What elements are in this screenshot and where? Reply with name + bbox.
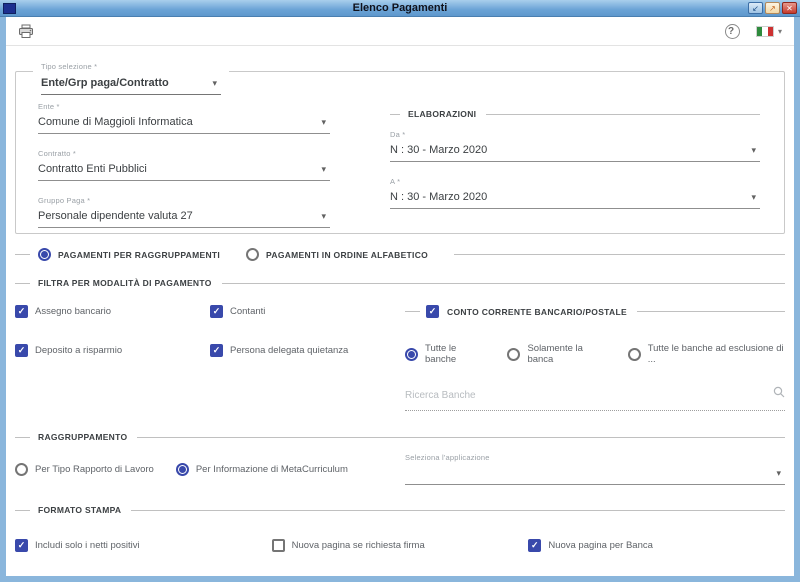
radio-icon <box>507 347 521 361</box>
chevron-down-icon: ▾ <box>751 192 756 202</box>
italian-flag-icon <box>755 25 774 37</box>
tipo-selezione-label: Tipo selezione * <box>41 62 98 71</box>
form-area: Tipo selezione * Ente/Grp paga/Contratto… <box>6 46 794 576</box>
ente-label: Ente * <box>38 102 60 111</box>
checkbox-contanti[interactable]: ✓ Contanti <box>210 305 405 318</box>
seleziona-applicazione-select[interactable]: ▾ <box>405 465 785 485</box>
chevron-down-icon: ▾ <box>776 468 781 478</box>
seleziona-applicazione-label: Seleziona l'applicazione <box>405 453 490 462</box>
chevron-down-icon: ▾ <box>751 145 756 155</box>
checkbox-icon: ✓ <box>271 539 285 552</box>
chevron-down-icon: ▾ <box>321 164 326 174</box>
checkbox-includi-netti-positivi[interactable]: ✓ Includi solo i netti positivi <box>15 539 272 552</box>
ricerca-banche-field <box>405 385 785 411</box>
gruppo-paga-label: Gruppo Paga * <box>38 196 91 205</box>
radio-tutte-le-banche[interactable]: Tutte le banche <box>405 343 485 365</box>
search-icon <box>773 385 785 403</box>
language-selector[interactable]: ▾ <box>754 24 784 39</box>
radio-icon <box>627 347 641 361</box>
checkbox-deposito-risparmio[interactable]: ✓ Deposito a risparmio <box>15 344 210 357</box>
chevron-down-icon: ▾ <box>777 26 782 36</box>
radio-icon <box>38 248 51 261</box>
contratto-select[interactable]: Contratto Enti Pubblici ▾ <box>38 160 330 181</box>
tipo-selezione-field: Tipo selezione * Ente/Grp paga/Contratto… <box>33 56 229 95</box>
elaborazione-da-select[interactable]: N : 30 - Marzo 2020 ▾ <box>390 141 760 162</box>
radio-per-informazione-metacurriculum[interactable]: Per Informazione di MetaCurriculum <box>175 463 348 476</box>
checkbox-assegno-bancario[interactable]: ✓ Assegno bancario <box>15 305 210 318</box>
titlebar: Elenco Pagamenti ↙ ↗ ✕ <box>0 0 800 17</box>
dialog-content: ? ▾ Tipo selezione * Ente/Grp paga/Contr… <box>6 17 794 576</box>
radio-icon <box>405 347 418 361</box>
help-button[interactable]: ? <box>724 23 740 39</box>
print-button[interactable] <box>16 22 36 41</box>
close-button[interactable]: ✕ <box>782 2 797 14</box>
formato-stampa-section-header: FORMATO STAMPA <box>15 505 785 515</box>
checkbox-icon: ✓ <box>15 344 28 357</box>
radio-per-tipo-rapporto[interactable]: Per Tipo Rapporto di Lavoro <box>15 463 154 476</box>
checkbox-icon: ✓ <box>15 305 28 318</box>
checkbox-nuova-pagina-firma[interactable]: ✓ Nuova pagina se richiesta firma <box>271 539 529 552</box>
checkbox-conto-corrente[interactable]: ✓ <box>426 305 439 318</box>
radio-banche-esclusione[interactable]: Tutte le banche ad esclusione di ... <box>627 343 785 365</box>
minimize-button[interactable]: ↙ <box>748 2 763 14</box>
toolbar: ? ▾ <box>6 17 794 46</box>
contratto-label: Contratto * <box>38 149 77 158</box>
ente-field: Ente * Comune di Maggioli Informatica ▾ <box>38 102 330 134</box>
raggruppamento-section-header: RAGGRUPPAMENTO <box>15 432 785 442</box>
radio-icon <box>15 463 28 476</box>
a-label: A * <box>390 177 401 186</box>
checkbox-icon: ✓ <box>210 344 223 357</box>
gruppo-paga-select[interactable]: Personale dipendente valuta 27 ▾ <box>38 207 330 228</box>
gruppo-paga-field: Gruppo Paga * Personale dipendente valut… <box>38 196 330 228</box>
printer-icon <box>19 24 33 38</box>
radio-pagamenti-ordine-alfabetico[interactable]: PAGAMENTI IN ORDINE ALFABETICO <box>246 248 428 261</box>
contratto-field: Contratto * Contratto Enti Pubblici ▾ <box>38 149 330 181</box>
chevron-down-icon: ▾ <box>321 211 326 221</box>
window-title: Elenco Pagamenti <box>352 1 448 14</box>
radio-icon <box>175 463 189 476</box>
tipo-selezione-select[interactable]: Ente/Grp paga/Contratto ▾ <box>41 74 221 95</box>
filtra-section-header: FILTRA PER MODALITÀ DI PAGAMENTO <box>15 278 785 288</box>
chevron-down-icon: ▾ <box>321 117 326 127</box>
checkbox-icon: ✓ <box>528 539 542 552</box>
dialog-window: Elenco Pagamenti ↙ ↗ ✕ ? ▾ Tipo selezion… <box>0 0 800 582</box>
ordering-section: PAGAMENTI PER RAGGRUPPAMENTI PAGAMENTI I… <box>15 248 785 261</box>
checkbox-nuova-pagina-banca[interactable]: ✓ Nuova pagina per Banca <box>528 539 785 552</box>
conto-corrente-section: ✓ CONTO CORRENTE BANCARIO/POSTALE Tutte … <box>405 305 785 411</box>
checkbox-icon: ✓ <box>15 539 28 552</box>
chevron-down-icon: ▾ <box>212 78 217 88</box>
checkbox-persona-delegata[interactable]: ✓ Persona delegata quietanza <box>210 344 405 357</box>
seleziona-applicazione-field: Seleziona l'applicazione ▾ <box>405 447 785 485</box>
checkbox-icon: ✓ <box>210 305 223 318</box>
elaborazione-a-field: A * N : 30 - Marzo 2020 ▾ <box>390 177 760 209</box>
selection-fieldset: Tipo selezione * Ente/Grp paga/Contratto… <box>15 56 785 234</box>
elaborazioni-header: ELABORAZIONI <box>390 109 760 119</box>
maximize-button[interactable]: ↗ <box>765 2 780 14</box>
tipo-selezione-value: Ente/Grp paga/Contratto <box>41 77 169 89</box>
radio-solamente-la-banca[interactable]: Solamente la banca <box>507 343 605 365</box>
elaborazione-da-field: Da * N : 30 - Marzo 2020 ▾ <box>390 130 760 162</box>
radio-pagamenti-per-raggruppamenti[interactable]: PAGAMENTI PER RAGGRUPPAMENTI <box>38 248 220 261</box>
search-input[interactable] <box>405 390 766 401</box>
radio-icon <box>246 248 260 261</box>
da-label: Da * <box>390 130 406 139</box>
ente-select[interactable]: Comune di Maggioli Informatica ▾ <box>38 113 330 134</box>
elaborazione-a-select[interactable]: N : 30 - Marzo 2020 ▾ <box>390 188 760 209</box>
